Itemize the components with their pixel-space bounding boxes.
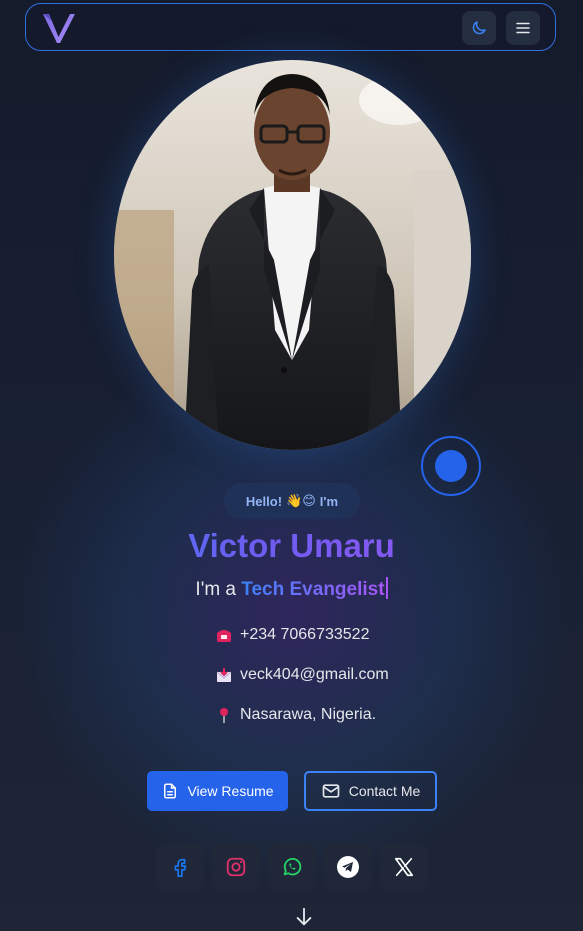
navbar: [25, 3, 556, 51]
x-icon: [394, 857, 414, 877]
greeting-text: Hello!: [245, 493, 283, 509]
role-prefix: I'm a: [195, 579, 237, 600]
phone-icon: [216, 627, 232, 643]
view-resume-label: View Resume: [187, 783, 274, 799]
contact-phone[interactable]: +234 7066733522: [216, 626, 369, 644]
view-resume-button[interactable]: View Resume: [147, 771, 288, 811]
contact-me-label: Contact Me: [348, 783, 421, 799]
facebook-icon: [174, 858, 187, 877]
location-pin-icon: [216, 707, 232, 723]
scroll-down-arrow-icon[interactable]: [293, 906, 315, 928]
facebook-link[interactable]: [156, 843, 204, 891]
telegram-icon: [337, 856, 359, 878]
instagram-link[interactable]: [212, 843, 260, 891]
whatsapp-link[interactable]: [268, 843, 316, 891]
contact-email[interactable]: veck404@gmail.com: [216, 666, 389, 684]
instagram-icon: [226, 857, 246, 877]
x-link[interactable]: [380, 843, 428, 891]
telegram-link[interactable]: [324, 843, 372, 891]
document-icon: [164, 783, 177, 799]
moon-icon: [472, 21, 486, 35]
whatsapp-icon: [283, 857, 302, 876]
contact-me-button[interactable]: Contact Me: [304, 771, 437, 811]
wave-smile-emoji-icon: 👋😊: [286, 493, 316, 508]
role-text: Tech Evangelist: [241, 579, 385, 600]
email-text: veck404@gmail.com: [240, 666, 389, 683]
profile-photo: [114, 60, 471, 450]
role-line: I'm a Tech Evangelist: [0, 577, 583, 601]
theme-toggle-button[interactable]: [462, 11, 496, 45]
greeting-badge: Hello! 👋😊 I'm: [224, 483, 360, 519]
typing-cursor: [385, 577, 388, 599]
logo-icon[interactable]: [40, 10, 80, 46]
floating-status-dot: [421, 436, 481, 496]
hamburger-menu-icon: [516, 22, 530, 34]
profile-name: Victor Umaru: [0, 527, 583, 565]
menu-button[interactable]: [506, 11, 540, 45]
location-text: Nasarawa, Nigeria.: [240, 706, 377, 723]
mail-icon: [216, 667, 232, 683]
phone-text: +234 7066733522: [240, 626, 370, 643]
greeting-suffix: I'm: [319, 493, 339, 509]
envelope-icon: [322, 784, 340, 798]
contact-location: Nasarawa, Nigeria.: [216, 706, 376, 724]
